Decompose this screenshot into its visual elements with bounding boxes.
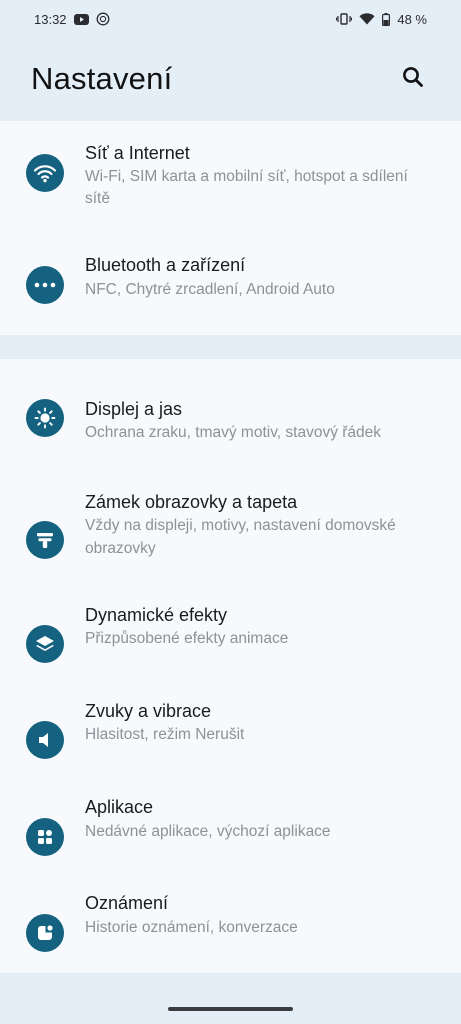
settings-screen: 13:32 48 % Nastavení Síť a Internet Wi-F… xyxy=(0,0,461,1024)
settings-item-title: Dynamické efekty xyxy=(85,605,228,625)
layers-icon xyxy=(26,625,64,663)
battery-icon xyxy=(382,12,391,26)
wallpaper-icon xyxy=(26,521,64,559)
wifi-icon xyxy=(26,154,64,192)
settings-item-title: Oznámení xyxy=(85,893,169,913)
speaker-icon xyxy=(26,721,64,759)
settings-item-sounds[interactable]: Zvuky a vibrace Hlasitost, režim Nerušit xyxy=(0,693,461,789)
settings-item-subtitle: Wi-Fi, SIM karta a mobilní síť, hotspot … xyxy=(85,168,408,185)
settings-item-subtitle: Přizpůsobené efekty animace xyxy=(85,630,289,647)
more-dots-icon xyxy=(26,266,64,304)
gesture-navigation-bar[interactable] xyxy=(168,1007,293,1011)
settings-item-subtitle: Ochrana zraku, tmavý motiv, stavový řáde… xyxy=(85,424,382,441)
settings-item-dynamic-effects[interactable]: Dynamické efekty Přizpůsobené efekty ani… xyxy=(0,597,461,693)
apps-grid-icon xyxy=(26,818,64,856)
search-icon xyxy=(402,66,424,93)
settings-item-title: Aplikace xyxy=(85,797,154,817)
settings-item-title: Bluetooth a zařízení xyxy=(85,255,246,275)
youtube-icon xyxy=(73,13,89,25)
settings-item-title: Zvuky a vibrace xyxy=(85,701,212,721)
app-bar: Nastavení xyxy=(0,38,461,120)
status-bar: 13:32 48 % xyxy=(0,0,461,38)
battery-level: 48 % xyxy=(397,11,427,27)
settings-item-network[interactable]: Síť a Internet Wi-Fi, SIM karta a mobiln… xyxy=(0,121,461,233)
settings-item-title: Zámek obrazovky a tapeta xyxy=(85,492,298,512)
settings-item-subtitle-cont: sítě xyxy=(85,190,110,207)
vibrate-icon xyxy=(336,13,353,25)
settings-item-notifications[interactable]: Oznámení Historie oznámení, konverzace xyxy=(0,885,461,973)
settings-item-display[interactable]: Displej a jas Ochrana zraku, tmavý motiv… xyxy=(0,359,461,477)
settings-item-apps[interactable]: Aplikace Nedávné aplikace, výchozí aplik… xyxy=(0,789,461,885)
page-title: Nastavení xyxy=(31,61,173,96)
status-time: 13:32 xyxy=(34,11,67,27)
settings-item-subtitle-cont: obrazovky xyxy=(85,540,156,557)
settings-item-title: Síť a Internet xyxy=(85,143,190,163)
settings-item-subtitle: Hlasitost, režim Nerušit xyxy=(85,726,245,743)
settings-item-title: Displej a jas xyxy=(85,399,183,419)
notification-icon xyxy=(26,914,64,952)
settings-group-device: Displej a jas Ochrana zraku, tmavý motiv… xyxy=(0,359,461,973)
settings-item-subtitle: Historie oznámení, konverzace xyxy=(85,919,298,936)
settings-item-subtitle: Vždy na displeji, motivy, nastavení domo… xyxy=(85,517,396,534)
settings-item-bluetooth[interactable]: Bluetooth a zařízení NFC, Chytré zrcadle… xyxy=(0,233,461,333)
brightness-icon xyxy=(26,399,64,437)
settings-item-subtitle: NFC, Chytré zrcadlení, Android Auto xyxy=(85,281,335,298)
search-button[interactable] xyxy=(395,61,431,97)
wifi-icon xyxy=(359,13,375,25)
settings-group-connectivity: Síť a Internet Wi-Fi, SIM karta a mobiln… xyxy=(0,121,461,335)
settings-item-lockscreen[interactable]: Zámek obrazovky a tapeta Vždy na displej… xyxy=(0,477,461,597)
data-saver-icon xyxy=(96,12,110,26)
settings-item-subtitle: Nedávné aplikace, výchozí aplikace xyxy=(85,823,331,840)
